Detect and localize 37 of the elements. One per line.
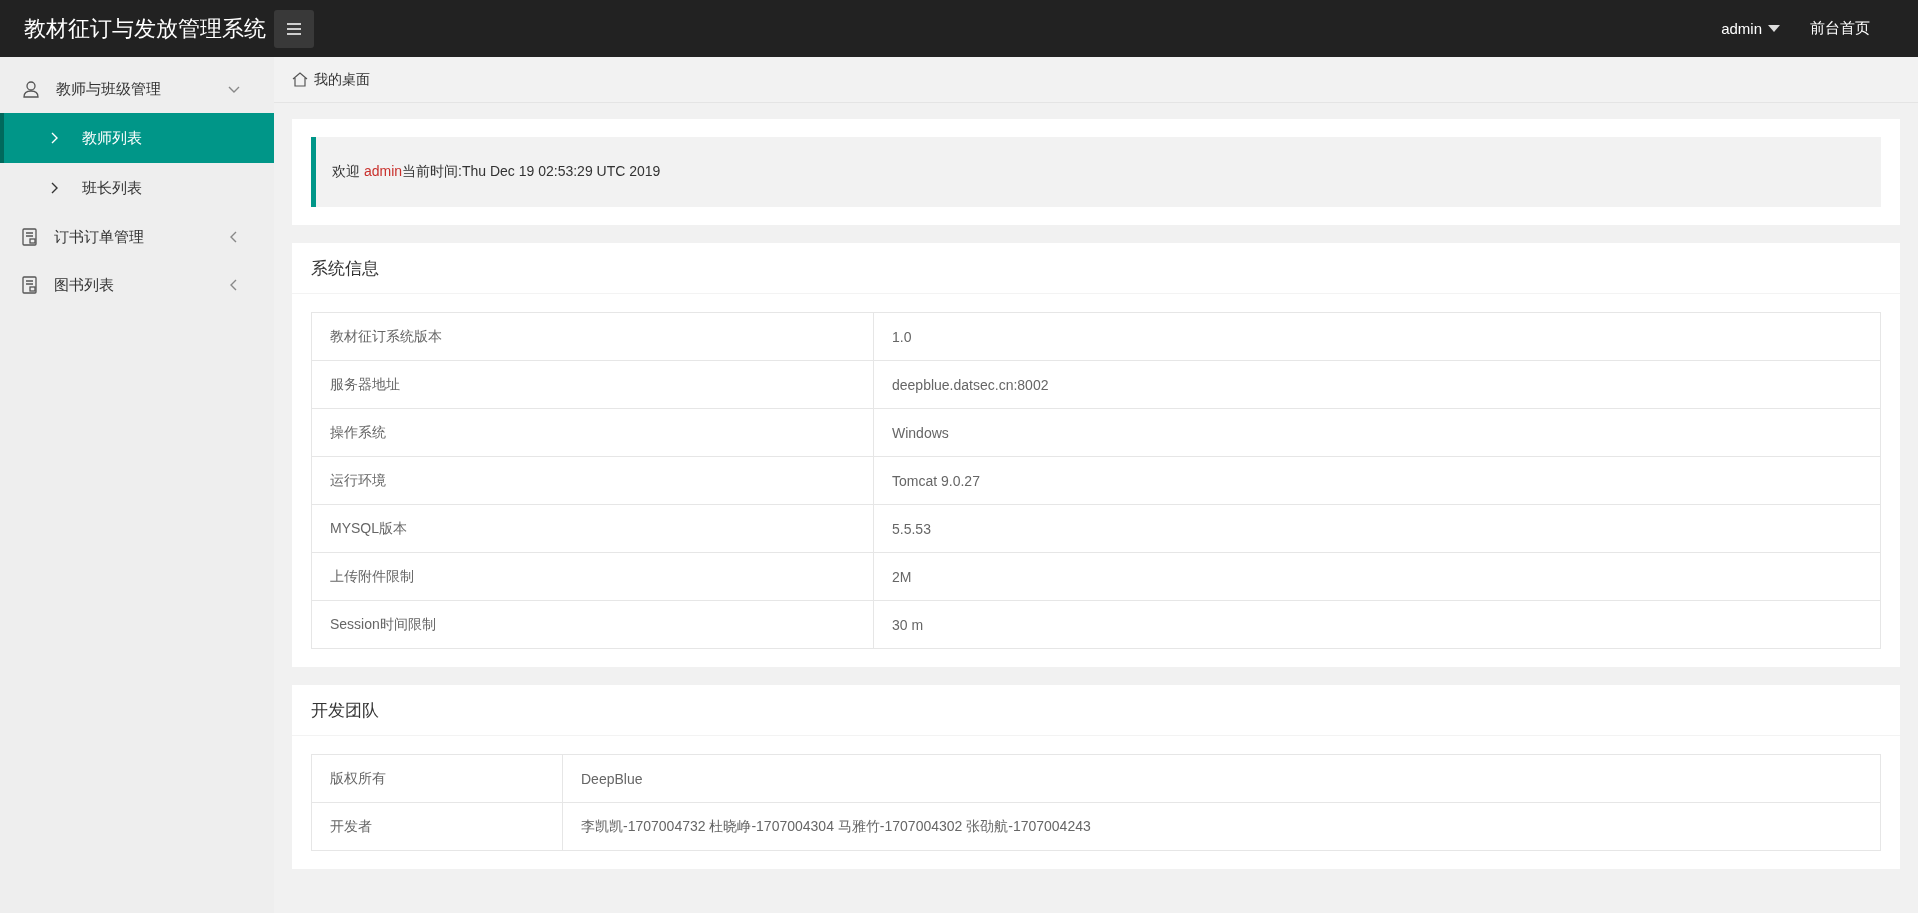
value-cell: Tomcat 9.0.27 (873, 456, 1881, 505)
value-cell: 5.5.53 (873, 504, 1881, 553)
value-cell: deepblue.datsec.cn:8002 (873, 360, 1881, 409)
document-icon (22, 228, 38, 246)
label-cell: 运行环境 (311, 456, 874, 505)
home-icon (292, 72, 308, 87)
panel-title: 开发团队 (292, 685, 1900, 736)
value-cell: 30 m (873, 600, 1881, 649)
caret-icon (1768, 24, 1780, 33)
label-cell: Session时间限制 (311, 600, 874, 649)
sidebar-group[interactable]: 教师与班级管理 (0, 65, 274, 113)
menu-button[interactable] (274, 9, 314, 48)
panel-title: 系统信息 (292, 243, 1900, 294)
document-icon (22, 276, 38, 294)
sidebar-group[interactable]: 订书订单管理 (0, 213, 274, 261)
label-cell: 服务器地址 (311, 360, 874, 409)
label-cell: 教材征订系统版本 (311, 312, 874, 361)
value-cell: 2M (873, 552, 1881, 601)
sidebar-item[interactable]: 班长列表 (0, 163, 274, 213)
label-cell: 上传附件限制 (311, 552, 874, 601)
value-cell: 李凯凯-1707004732 杜晓峥-1707004304 马雅竹-1707004302 张劭航-1707004243 (562, 802, 1881, 851)
home-link[interactable]: 前台首页 (1810, 19, 1870, 38)
welcome-message: 欢迎 admin当前时间:Thu Dec 19 02:53:29 UTC 2019 (311, 137, 1881, 207)
label-cell: MYSQL版本 (311, 504, 874, 553)
sidebar-group[interactable]: 图书列表 (0, 261, 274, 309)
label-cell: 操作系统 (311, 408, 874, 457)
user-icon (22, 80, 40, 98)
menu-icon (286, 22, 302, 35)
value-cell: DeepBlue (562, 754, 1881, 803)
sidebar-item[interactable]: 教师列表 (0, 113, 274, 163)
user-menu[interactable]: admin (1721, 20, 1780, 37)
value-cell: Windows (873, 408, 1881, 457)
app-title: 教材征订与发放管理系统 (24, 14, 267, 43)
breadcrumb: 我的桌面 (314, 70, 370, 89)
value-cell: 1.0 (873, 312, 1881, 361)
label-cell: 版权所有 (311, 754, 563, 803)
label-cell: 开发者 (311, 802, 563, 851)
